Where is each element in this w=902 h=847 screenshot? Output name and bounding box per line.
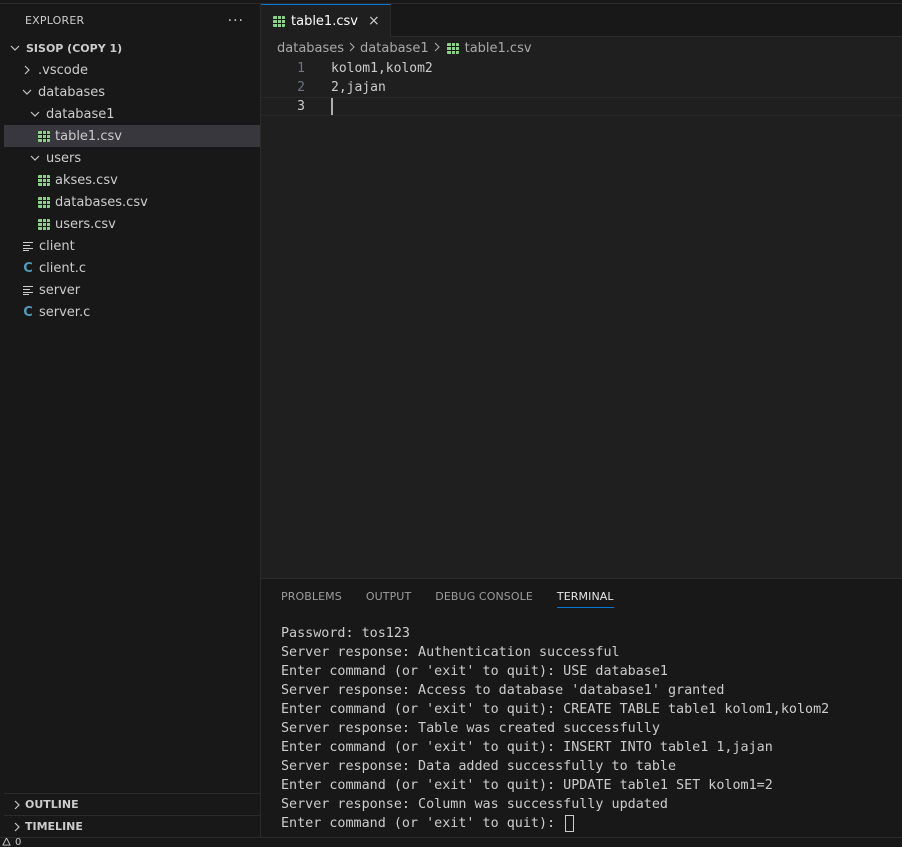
text-cursor	[331, 98, 333, 115]
breadcrumb-item-database1[interactable]: database1	[360, 41, 429, 56]
tree-item-client[interactable]: client	[4, 235, 260, 257]
csv-file-icon	[273, 15, 285, 27]
tree-item-label: client.c	[39, 260, 86, 276]
csv-file-icon	[36, 216, 52, 232]
editor-tab-bar: table1.csv ×	[261, 4, 902, 37]
line-content: 2,jajan	[331, 80, 386, 95]
tree-item-server[interactable]: server	[4, 279, 260, 301]
chevron-right-icon	[19, 62, 35, 78]
tree-item-server-c[interactable]: C server.c	[4, 301, 260, 323]
chevron-down-icon	[27, 150, 43, 166]
tree-item-vscode[interactable]: .vscode	[4, 59, 260, 81]
terminal-line: Enter command (or 'exit' to quit): CREAT…	[281, 702, 830, 717]
chevron-right-icon	[9, 800, 25, 810]
tree-item-databases[interactable]: databases	[4, 81, 260, 103]
timeline-label: TIMELINE	[25, 820, 83, 833]
csv-file-icon	[36, 128, 52, 144]
tree-item-label: database1	[46, 106, 115, 122]
root-folder-label: SISOP (COPY 1)	[26, 41, 123, 55]
tree-item-databases-csv[interactable]: databases.csv	[4, 191, 260, 213]
terminal-line: Enter command (or 'exit' to quit): UPDAT…	[281, 778, 773, 793]
tab-problems[interactable]: PROBLEMS	[281, 579, 342, 614]
csv-file-icon	[446, 42, 459, 54]
tree-item-users[interactable]: users	[4, 147, 260, 169]
line-content: kolom1,kolom2	[331, 61, 433, 76]
terminal-line: Server response: Data added successfully…	[281, 759, 677, 774]
chevron-right-icon	[433, 42, 441, 55]
tab-debug-console[interactable]: DEBUG CONSOLE	[435, 579, 533, 614]
breadcrumb-item-databases[interactable]: databases	[277, 41, 344, 56]
explorer-sidebar: EXPLORER ··· SISOP (COPY 1) .vscode data…	[4, 4, 261, 837]
code-line[interactable]: 2 2,jajan	[261, 78, 902, 97]
outline-label: OUTLINE	[25, 798, 79, 811]
terminal-line: Enter command (or 'exit' to quit): USE d…	[281, 664, 668, 679]
tab-terminal[interactable]: TERMINAL	[556, 579, 614, 614]
chevron-down-icon	[7, 40, 23, 56]
close-icon[interactable]: ×	[368, 13, 380, 29]
outline-section[interactable]: OUTLINE	[4, 793, 261, 815]
tree-item-label: databases	[38, 84, 106, 100]
explorer-header: EXPLORER ···	[4, 4, 260, 37]
terminal-prompt: Enter command (or 'exit' to quit):	[281, 816, 564, 831]
terminal-output[interactable]: Password: tos123 Server response: Authen…	[261, 614, 902, 833]
chevron-right-icon	[348, 42, 356, 55]
file-tree: SISOP (COPY 1) .vscode databases databas…	[4, 37, 260, 323]
terminal-line: Server response: Column was successfully…	[281, 797, 668, 812]
terminal-line: Enter command (or 'exit' to quit): INSER…	[281, 740, 773, 755]
terminal-line: Server response: Access to database 'dat…	[281, 683, 725, 698]
tree-item-label: client	[39, 238, 75, 254]
code-line[interactable]: 1 kolom1,kolom2	[261, 59, 902, 78]
terminal-cursor	[565, 814, 575, 832]
warning-count[interactable]: 0	[15, 838, 21, 847]
tab-output[interactable]: OUTPUT	[366, 579, 411, 614]
terminal-line: Server response: Table was created succe…	[281, 721, 660, 736]
warning-icon[interactable]	[2, 838, 11, 847]
c-file-icon: C	[23, 260, 33, 276]
timeline-section[interactable]: TIMELINE	[4, 815, 261, 837]
tree-item-label: table1.csv	[55, 128, 122, 144]
code-line-current[interactable]: 3	[261, 97, 902, 116]
csv-file-icon	[36, 194, 52, 210]
tree-item-label: akses.csv	[55, 172, 118, 188]
terminal-prompt-line[interactable]: Enter command (or 'exit' to quit):	[281, 814, 902, 833]
tree-item-label: .vscode	[38, 62, 88, 78]
tree-item-users-csv[interactable]: users.csv	[4, 213, 260, 235]
tree-root-folder[interactable]: SISOP (COPY 1)	[4, 37, 260, 59]
tree-item-label: server	[39, 282, 81, 298]
tab-label: table1.csv	[291, 13, 358, 29]
tree-item-label: databases.csv	[55, 194, 148, 210]
tree-item-database1[interactable]: database1	[4, 103, 260, 125]
line-content	[331, 98, 333, 115]
sidebar-sections: OUTLINE TIMELINE	[4, 793, 261, 837]
text-file-icon	[20, 282, 36, 298]
bottom-panel: PROBLEMS OUTPUT DEBUG CONSOLE TERMINAL P…	[261, 578, 902, 837]
explorer-title: EXPLORER	[25, 14, 85, 27]
code-editor[interactable]: 1 kolom1,kolom2 2 2,jajan 3	[261, 59, 902, 116]
breadcrumb-item-file[interactable]: table1.csv	[465, 41, 532, 56]
line-number: 2	[297, 80, 305, 95]
tree-item-table1-csv[interactable]: table1.csv	[4, 125, 260, 147]
tab-table1-csv[interactable]: table1.csv ×	[261, 4, 391, 37]
tree-item-label: users.csv	[55, 216, 116, 232]
tree-item-akses-csv[interactable]: akses.csv	[4, 169, 260, 191]
line-number: 1	[297, 61, 305, 76]
panel-tab-bar: PROBLEMS OUTPUT DEBUG CONSOLE TERMINAL	[261, 579, 902, 614]
terminal-line: Password: tos123	[281, 626, 410, 641]
tree-item-client-c[interactable]: C client.c	[4, 257, 260, 279]
terminal-line: Server response: Authentication successf…	[281, 645, 620, 660]
chevron-down-icon	[27, 106, 43, 122]
c-file-icon: C	[23, 304, 33, 320]
csv-file-icon	[36, 172, 52, 188]
chevron-right-icon	[9, 822, 25, 832]
tree-item-label: users	[46, 150, 82, 166]
status-bar: 0	[0, 837, 902, 847]
text-file-icon	[20, 238, 36, 254]
tree-item-label: server.c	[39, 304, 91, 320]
chevron-down-icon	[19, 84, 35, 100]
breadcrumb: databases database1 table1.csv	[261, 37, 902, 59]
line-number: 3	[297, 99, 305, 114]
more-actions-icon[interactable]: ···	[228, 13, 244, 29]
editor-area: table1.csv × databases database1 table1.…	[261, 4, 902, 578]
